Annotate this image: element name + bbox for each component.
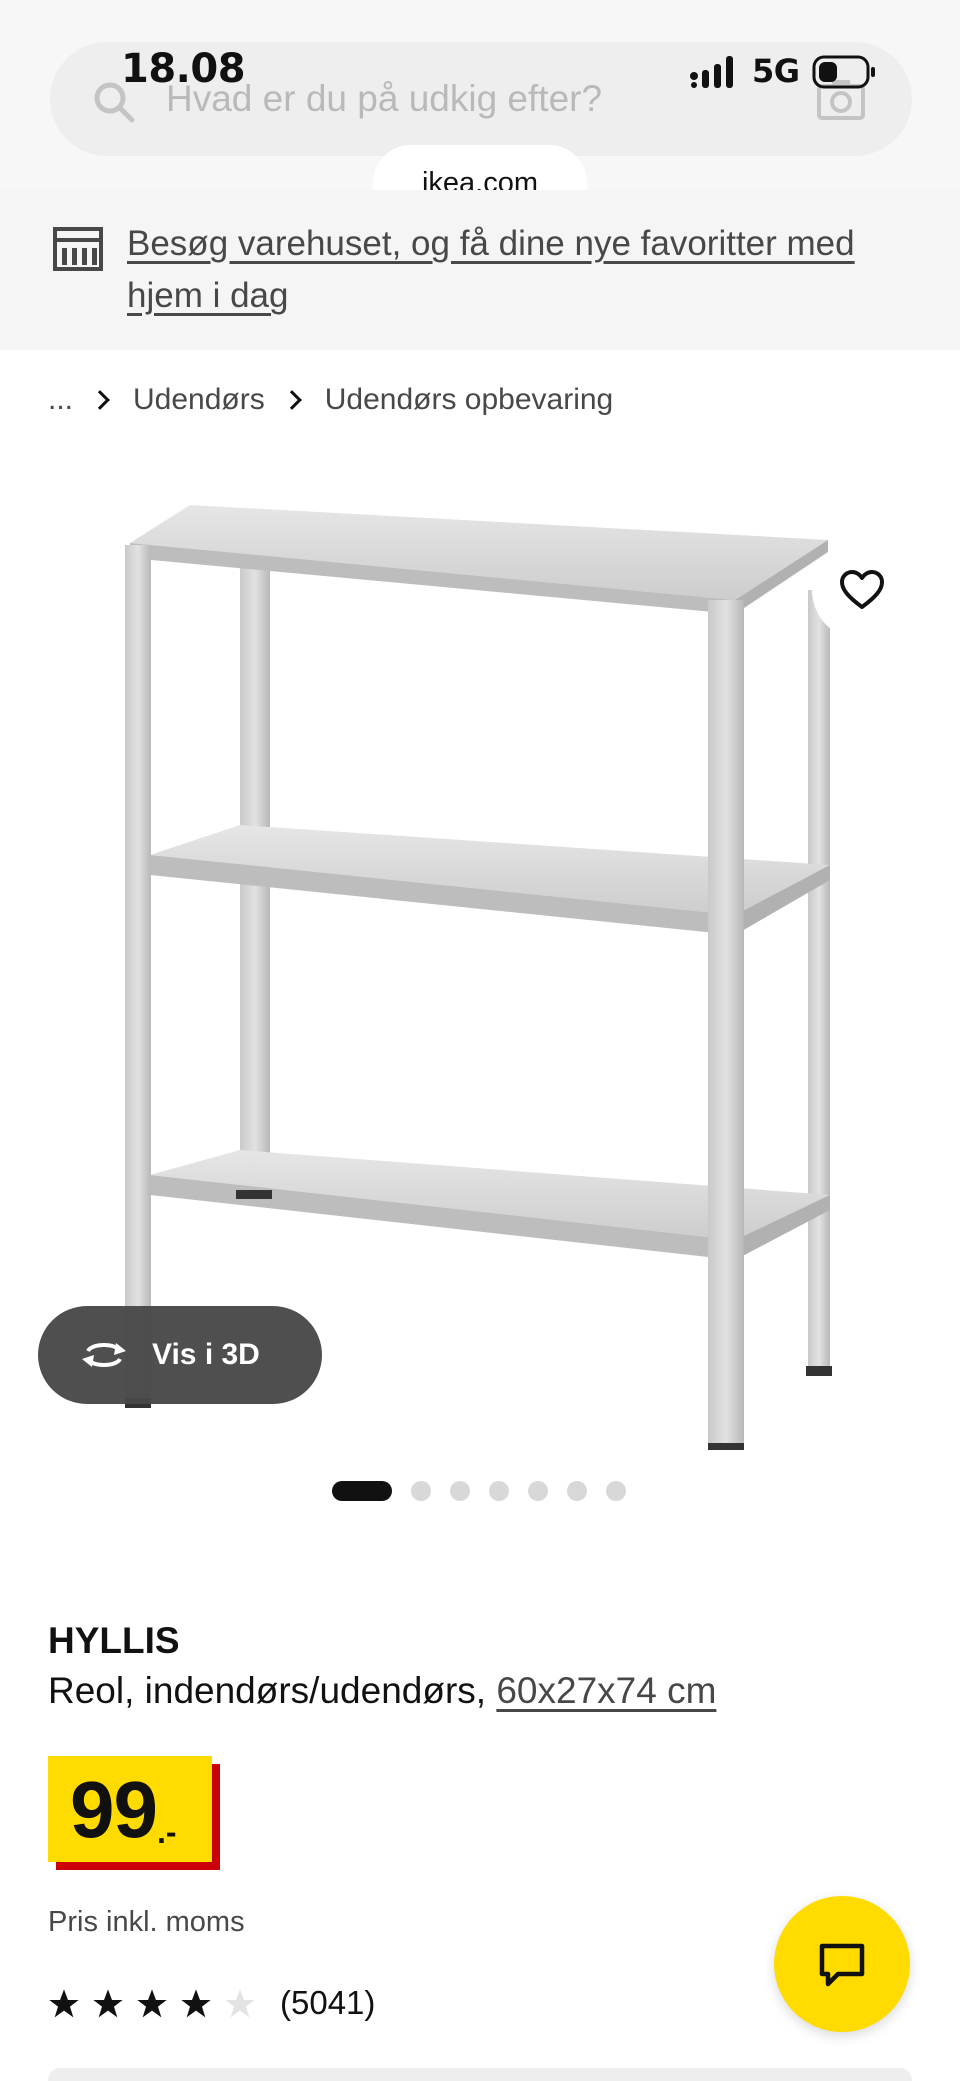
star-icon xyxy=(181,1989,211,2018)
product-image[interactable] xyxy=(0,470,960,1450)
gallery-dot[interactable] xyxy=(528,1481,548,1501)
store-banner-link[interactable]: Besøg varehuset, og få dine nye favoritt… xyxy=(127,218,927,322)
star-icon xyxy=(93,1989,123,2018)
store-icon xyxy=(53,227,103,271)
gallery-dot[interactable] xyxy=(332,1481,392,1501)
star-empty-icon xyxy=(225,1989,255,2018)
breadcrumb-item-udendors[interactable]: Udendørs xyxy=(133,383,265,417)
heart-icon xyxy=(840,570,884,609)
breadcrumb-item-udendors-opbevaring[interactable]: Udendørs opbevaring xyxy=(325,383,614,417)
price-suffix: .- xyxy=(156,1814,177,1850)
chevron-right-icon xyxy=(281,390,302,410)
review-count[interactable]: (5041) xyxy=(280,1984,375,2022)
view-3d-label: Vis i 3D xyxy=(152,1338,260,1371)
breadcrumb: ... Udendørs Udendørs opbevaring xyxy=(48,380,613,420)
product-name: HYLLIS xyxy=(48,1620,180,1661)
signal-icon xyxy=(690,56,733,88)
chevron-right-icon xyxy=(90,390,110,410)
price-integer: 99 xyxy=(70,1765,158,1854)
gallery-dot[interactable] xyxy=(489,1481,509,1501)
breadcrumb-ellipsis[interactable]: ... xyxy=(48,383,73,417)
rating-stars[interactable] xyxy=(48,1984,268,2024)
battery-icon xyxy=(812,55,875,89)
gallery-dot[interactable] xyxy=(606,1481,626,1501)
price-tag: 99 .- xyxy=(48,1756,220,1870)
star-icon xyxy=(137,1989,167,2018)
tax-note: Pris inkl. moms xyxy=(48,1906,245,1938)
chat-icon xyxy=(819,1943,865,1987)
product-dimensions-link[interactable]: 60x27x74 cm xyxy=(496,1670,716,1711)
star-icon xyxy=(49,1989,79,2018)
gallery-dot[interactable] xyxy=(450,1481,470,1501)
product-type: Reol, indendørs/udendørs, xyxy=(48,1670,487,1711)
gallery-dot[interactable] xyxy=(411,1481,431,1501)
product-description: Reol, indendørs/udendørs, 60x27x74 cm xyxy=(48,1670,716,1712)
status-time: 18.08 xyxy=(121,46,246,92)
network-type: 5G xyxy=(752,52,800,90)
view-3d-button[interactable]: Vis i 3D xyxy=(38,1306,322,1404)
price-box: 99 .- xyxy=(48,1756,212,1862)
next-section-edge xyxy=(48,2068,912,2081)
gallery-pagination xyxy=(332,1481,645,1501)
gallery-dot[interactable] xyxy=(567,1481,587,1501)
rotate-3d-icon xyxy=(82,1343,126,1367)
favorite-button[interactable] xyxy=(812,540,912,640)
chat-button[interactable] xyxy=(774,1896,910,2032)
